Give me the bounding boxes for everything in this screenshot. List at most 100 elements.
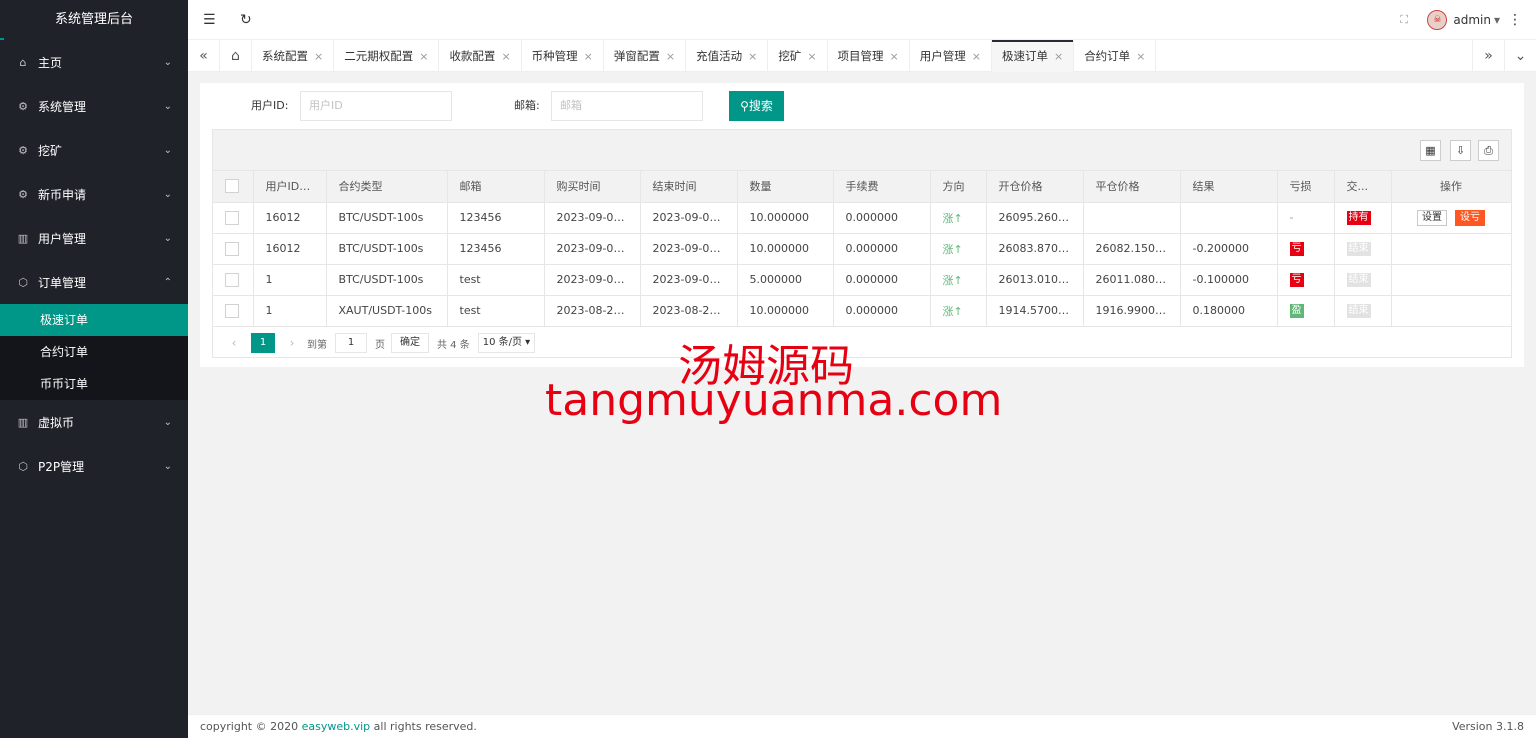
- tab[interactable]: 用户管理 ×: [910, 40, 992, 72]
- close-icon[interactable]: ×: [1136, 50, 1145, 63]
- tab-prev-icon[interactable]: «: [188, 40, 220, 72]
- close-icon[interactable]: ×: [501, 50, 510, 63]
- close-icon[interactable]: ×: [419, 50, 428, 63]
- gear-icon: ⚙: [18, 143, 28, 157]
- row-checkbox-cell[interactable]: [213, 233, 254, 265]
- cell-result: -0.200000: [1180, 233, 1278, 265]
- tab[interactable]: 系统配置 ×: [252, 40, 335, 72]
- tab[interactable]: 币种管理 ×: [522, 40, 604, 72]
- settings-button[interactable]: 设置: [1417, 209, 1447, 226]
- sidebar-item[interactable]: ⚙ 系统管理 ⌄: [0, 84, 188, 128]
- close-icon[interactable]: ×: [890, 50, 899, 63]
- page-size-select[interactable]: 10 条/页 ▾: [477, 333, 536, 353]
- sidebar-item[interactable]: ⬡ P2P管理 ⌄: [0, 444, 188, 488]
- menu-toggle-icon[interactable]: ☰: [203, 0, 216, 40]
- sidebar-item-label: P2P管理: [38, 459, 85, 474]
- footer-link[interactable]: easyweb.vip: [302, 720, 371, 733]
- userid-input[interactable]: 用户ID: [300, 91, 452, 121]
- sidebar-item[interactable]: ⬡ 订单管理 ⌃: [0, 260, 188, 304]
- column-header-label: 亏损: [1289, 180, 1312, 194]
- page-prev-icon[interactable]: ‹: [223, 336, 245, 350]
- close-icon[interactable]: ×: [314, 50, 323, 63]
- fullscreen-icon[interactable]: ⛶: [1400, 0, 1408, 40]
- tab[interactable]: 二元期权配置 ×: [334, 40, 440, 72]
- column-header-label: 购买时间: [556, 180, 601, 194]
- row-checkbox[interactable]: [225, 241, 239, 256]
- cell-uid: 1: [253, 295, 327, 327]
- status-tag: 持有: [1346, 211, 1371, 225]
- close-icon[interactable]: ×: [1054, 50, 1063, 63]
- tab-menu-icon[interactable]: ⌄: [1504, 40, 1536, 72]
- sidebar-item[interactable]: ▥ 用户管理 ⌄: [0, 216, 188, 260]
- refresh-icon[interactable]: ↻: [240, 0, 252, 40]
- close-icon[interactable]: ×: [748, 50, 757, 63]
- loss-tag: 盈: [1289, 304, 1304, 318]
- cell-open: 26095.260000: [986, 202, 1084, 234]
- tab[interactable]: 弹窗配置 ×: [604, 40, 687, 72]
- sidebar-item[interactable]: ▥ 虚拟币 ⌄: [0, 400, 188, 444]
- sidebar-subitem[interactable]: 极速订单: [0, 304, 188, 336]
- chevron-down-icon: ⌄: [163, 232, 172, 244]
- sidebar-subitem[interactable]: 币币订单: [0, 368, 188, 400]
- tab[interactable]: 合约订单 ×: [1074, 40, 1157, 72]
- sidebar-item[interactable]: ⚙ 新币申请 ⌄: [0, 172, 188, 216]
- sidebar-subitem[interactable]: 合约订单: [0, 336, 188, 368]
- print-icon[interactable]: ⎙: [1478, 140, 1499, 161]
- cell-qty: 10.000000: [737, 233, 834, 265]
- close-icon[interactable]: ×: [584, 50, 593, 63]
- cell-qty: 10.000000: [737, 295, 834, 327]
- select-all-checkbox[interactable]: [213, 171, 254, 203]
- tab-label: 系统配置: [262, 49, 308, 63]
- column-header[interactable]: 用户ID ⇕: [253, 171, 327, 203]
- set-loss-button[interactable]: 设亏: [1455, 209, 1485, 226]
- column-header-label: 平仓价格: [1095, 180, 1140, 194]
- sidebar-item[interactable]: ⌂ 主页 ⌄: [0, 40, 188, 84]
- tab[interactable]: 收款配置 ×: [439, 40, 522, 72]
- cell-close: 1916.990000: [1083, 295, 1181, 327]
- row-checkbox-cell[interactable]: [213, 202, 254, 234]
- close-icon[interactable]: ×: [807, 50, 816, 63]
- sidebar-item-label: 新币申请: [38, 187, 87, 202]
- user-menu[interactable]: ☠ admin ▾: [1427, 0, 1500, 40]
- cell-open: 1914.570000: [986, 295, 1084, 327]
- tab[interactable]: 项目管理 ×: [828, 40, 910, 72]
- email-input[interactable]: 邮箱: [551, 91, 703, 121]
- page-next-icon[interactable]: ›: [281, 336, 303, 350]
- columns-icon[interactable]: ▦: [1420, 140, 1441, 161]
- tab[interactable]: 极速订单 ×: [991, 40, 1075, 72]
- close-icon[interactable]: ×: [666, 50, 675, 63]
- row-checkbox-cell[interactable]: [213, 295, 254, 327]
- close-icon[interactable]: ×: [972, 50, 981, 63]
- goto-confirm-button[interactable]: 确定: [391, 333, 429, 353]
- cell-status: 结束: [1334, 264, 1392, 296]
- cell-result: -0.100000: [1180, 264, 1278, 296]
- cell-fee: 0.000000: [833, 202, 931, 234]
- tab-label: 二元期权配置: [344, 49, 414, 63]
- cell-status: 结束: [1334, 233, 1392, 265]
- column-header-label: 结果: [1192, 180, 1215, 194]
- tab-next-icon[interactable]: »: [1472, 40, 1504, 72]
- row-checkbox[interactable]: [225, 303, 239, 318]
- search-button[interactable]: ⚲搜索: [729, 91, 784, 121]
- total-count: 共 4 条: [437, 339, 470, 351]
- tab[interactable]: 挖矿 ×: [768, 40, 828, 72]
- page-current[interactable]: 1: [251, 333, 275, 353]
- tab[interactable]: 充值活动 ×: [686, 40, 769, 72]
- row-checkbox-cell[interactable]: [213, 264, 254, 296]
- more-icon[interactable]: ⋮: [1508, 0, 1522, 40]
- sidebar-item-label: 主页: [38, 55, 63, 70]
- checkbox[interactable]: [225, 179, 239, 194]
- goto-page-input[interactable]: 1: [335, 333, 367, 353]
- cube-icon: ⬡: [18, 459, 28, 473]
- row-checkbox[interactable]: [225, 272, 239, 287]
- email-label: 邮箱:: [514, 99, 540, 112]
- tab-home-icon[interactable]: ⌂: [220, 40, 252, 72]
- sidebar-item-label: 订单管理: [38, 275, 87, 290]
- row-checkbox[interactable]: [225, 210, 239, 225]
- export-icon[interactable]: ⇩: [1450, 140, 1471, 161]
- sidebar-item[interactable]: ⚙ 挖矿 ⌄: [0, 128, 188, 172]
- list-icon: ▥: [17, 415, 29, 429]
- column-header-label: 交...: [1346, 180, 1369, 194]
- cell-type: XAUT/USDT-100s: [326, 295, 448, 327]
- sidebar-item-label: 挖矿: [38, 143, 63, 158]
